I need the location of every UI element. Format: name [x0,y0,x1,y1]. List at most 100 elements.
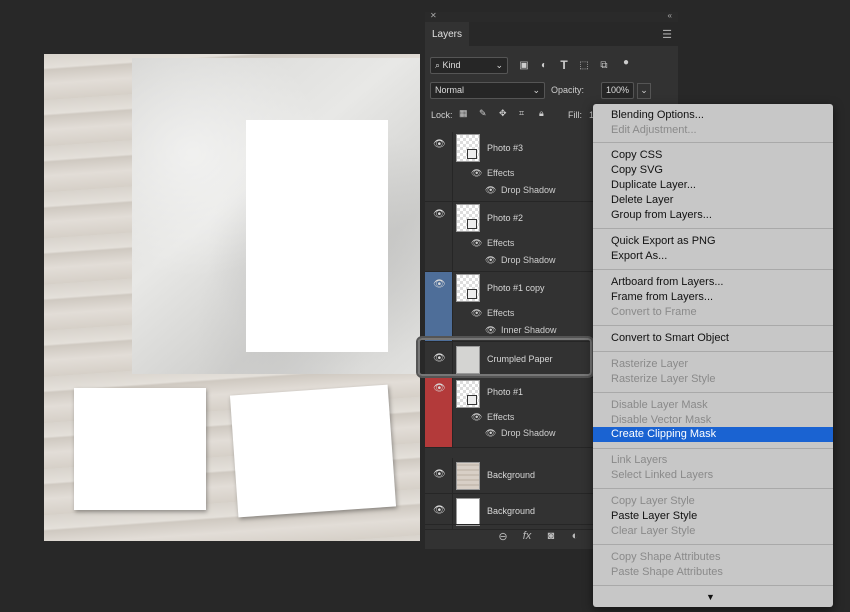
adjustment-filter-icon[interactable]: ◐ [536,58,552,74]
effects-label: Effects [487,412,515,422]
eye-icon[interactable]: 👁︎ [485,428,496,439]
opacity-label: Opacity: [551,85,585,95]
layer-name: Background [487,506,536,516]
layer-name: Crumpled Paper [487,354,553,364]
scroll-down-arrow-icon[interactable]: ▼ [706,592,715,602]
eye-icon[interactable]: 👁︎ [433,354,446,364]
blend-row: Normal ⌄ Opacity: 100% ⌄ [430,82,673,100]
eye-icon[interactable]: 👁︎ [433,384,446,394]
effects-label: Effects [487,168,515,178]
eye-icon[interactable]: 👁︎ [433,140,446,150]
menu-item-quick-export-png[interactable]: Quick Export as PNG [593,234,833,249]
opacity-value: 100% [606,85,630,95]
menu-item-rasterize-layer-style[interactable]: Rasterize Layer Style [593,372,833,387]
effects-label: Effects [487,308,515,318]
menu-item-duplicate-layer[interactable]: Duplicate Layer... [593,178,833,193]
menu-item-disable-layer-mask[interactable]: Disable Layer Mask [593,398,833,413]
photo-1-placeholder [229,384,397,518]
close-icon[interactable]: ✕ [430,11,437,20]
eye-icon[interactable]: 👁︎ [433,280,446,290]
menu-item-clear-layer-style[interactable]: Clear Layer Style [593,524,833,539]
lock-artboard-icon[interactable]: ⌗ [519,108,524,119]
tab-layers[interactable]: Layers [425,22,469,46]
menu-separator [593,325,833,326]
menu-item-rasterize-layer[interactable]: Rasterize Layer [593,357,833,372]
lock-label: Lock: [431,110,453,120]
menu-item-group-from-layers[interactable]: Group from Layers... [593,208,833,223]
search-icon: ⌕ [435,60,443,70]
smart-object-filter-icon[interactable]: ⧉ [596,58,612,74]
pixel-filter-icon[interactable]: ▣ [516,58,532,74]
link-icon[interactable]: ⊖ [495,530,511,543]
menu-item-frame-from-layers[interactable]: Frame from Layers... [593,290,833,305]
fx-icon[interactable]: fx [519,530,535,542]
adjustment-icon[interactable]: ◐ [567,530,583,542]
menu-separator [593,544,833,545]
menu-separator [593,351,833,352]
photo-2-placeholder [74,388,206,510]
menu-separator [593,448,833,449]
menu-separator [593,142,833,143]
menu-separator [593,228,833,229]
menu-separator [593,392,833,393]
lock-transparent-icon[interactable]: ▦ [459,108,468,119]
opacity-dropdown-icon[interactable]: ⌄ [637,83,651,99]
eye-icon[interactable]: 👁︎ [471,412,482,423]
menu-item-create-clipping-mask[interactable]: Create Clipping Mask [593,427,833,442]
menu-item-delete-layer[interactable]: Delete Layer [593,193,833,208]
opacity-input[interactable]: 100% [601,82,634,99]
layer-name: Photo #1 copy [487,283,545,293]
eye-icon[interactable]: 👁︎ [471,168,482,179]
panel-title-bar[interactable]: ✕ « [425,11,678,22]
eye-icon[interactable]: 👁︎ [433,470,446,480]
menu-item-select-linked-layers[interactable]: Select Linked Layers [593,468,833,483]
layer-thumbnail [456,380,480,408]
layer-name: Background [487,470,536,480]
type-filter-icon[interactable]: T [556,57,572,73]
layer-thumbnail [456,274,480,302]
menu-item-paste-layer-style[interactable]: Paste Layer Style [593,509,833,524]
menu-item-convert-to-frame[interactable]: Convert to Frame [593,305,833,320]
effect-name: Drop Shadow [501,428,556,438]
mask-icon[interactable]: ◙ [543,530,559,542]
menu-item-copy-shape-attributes[interactable]: Copy Shape Attributes [593,550,833,565]
effects-label: Effects [487,238,515,248]
eye-icon[interactable]: 👁︎ [433,210,446,220]
menu-item-copy-svg[interactable]: Copy SVG [593,163,833,178]
effect-name: Drop Shadow [501,185,556,195]
eye-icon[interactable]: 👁︎ [485,325,496,336]
layer-thumbnail [456,204,480,232]
blend-mode-select[interactable]: Normal ⌄ [430,82,545,99]
eye-icon[interactable]: 👁︎ [485,185,496,196]
menu-item-link-layers[interactable]: Link Layers [593,453,833,468]
menu-separator [593,585,833,586]
menu-item-copy-layer-style[interactable]: Copy Layer Style [593,494,833,509]
layer-thumbnail [456,462,480,490]
collapse-icon[interactable]: « [668,11,672,20]
lock-all-icon[interactable]: 🔒︎ [539,108,544,119]
panel-menu-icon[interactable]: ☰ [662,28,672,41]
filter-row: ⌕ Kind ⌄ ▣ ◐ T ⬚ ⧉ ● [430,57,673,75]
menu-item-convert-smart-object[interactable]: Convert to Smart Object [593,331,833,346]
menu-item-blending-options[interactable]: Blending Options... [593,108,833,123]
menu-item-export-as[interactable]: Export As... [593,249,833,264]
menu-item-paste-shape-attributes[interactable]: Paste Shape Attributes [593,565,833,580]
menu-item-disable-vector-mask[interactable]: Disable Vector Mask [593,413,833,428]
lock-brush-icon[interactable]: ✎ [479,108,487,119]
document-canvas[interactable] [44,54,420,541]
eye-icon[interactable]: 👁︎ [471,238,482,249]
shape-filter-icon[interactable]: ⬚ [576,58,592,74]
menu-separator [593,488,833,489]
filter-kind-select[interactable]: ⌕ Kind ⌄ [430,57,508,74]
eye-icon[interactable]: 👁︎ [433,506,446,516]
menu-item-edit-adjustment[interactable]: Edit Adjustment... [593,123,833,138]
menu-separator [593,269,833,270]
menu-item-artboard-from-layers[interactable]: Artboard from Layers... [593,275,833,290]
menu-item-copy-css[interactable]: Copy CSS [593,148,833,163]
layer-thumbnail [456,134,480,162]
filter-toggle-icon[interactable]: ● [618,55,634,71]
eye-icon[interactable]: 👁︎ [471,308,482,319]
eye-icon[interactable]: 👁︎ [485,255,496,266]
lock-move-icon[interactable]: ✥ [499,108,507,119]
layer-thumbnail [456,346,480,374]
